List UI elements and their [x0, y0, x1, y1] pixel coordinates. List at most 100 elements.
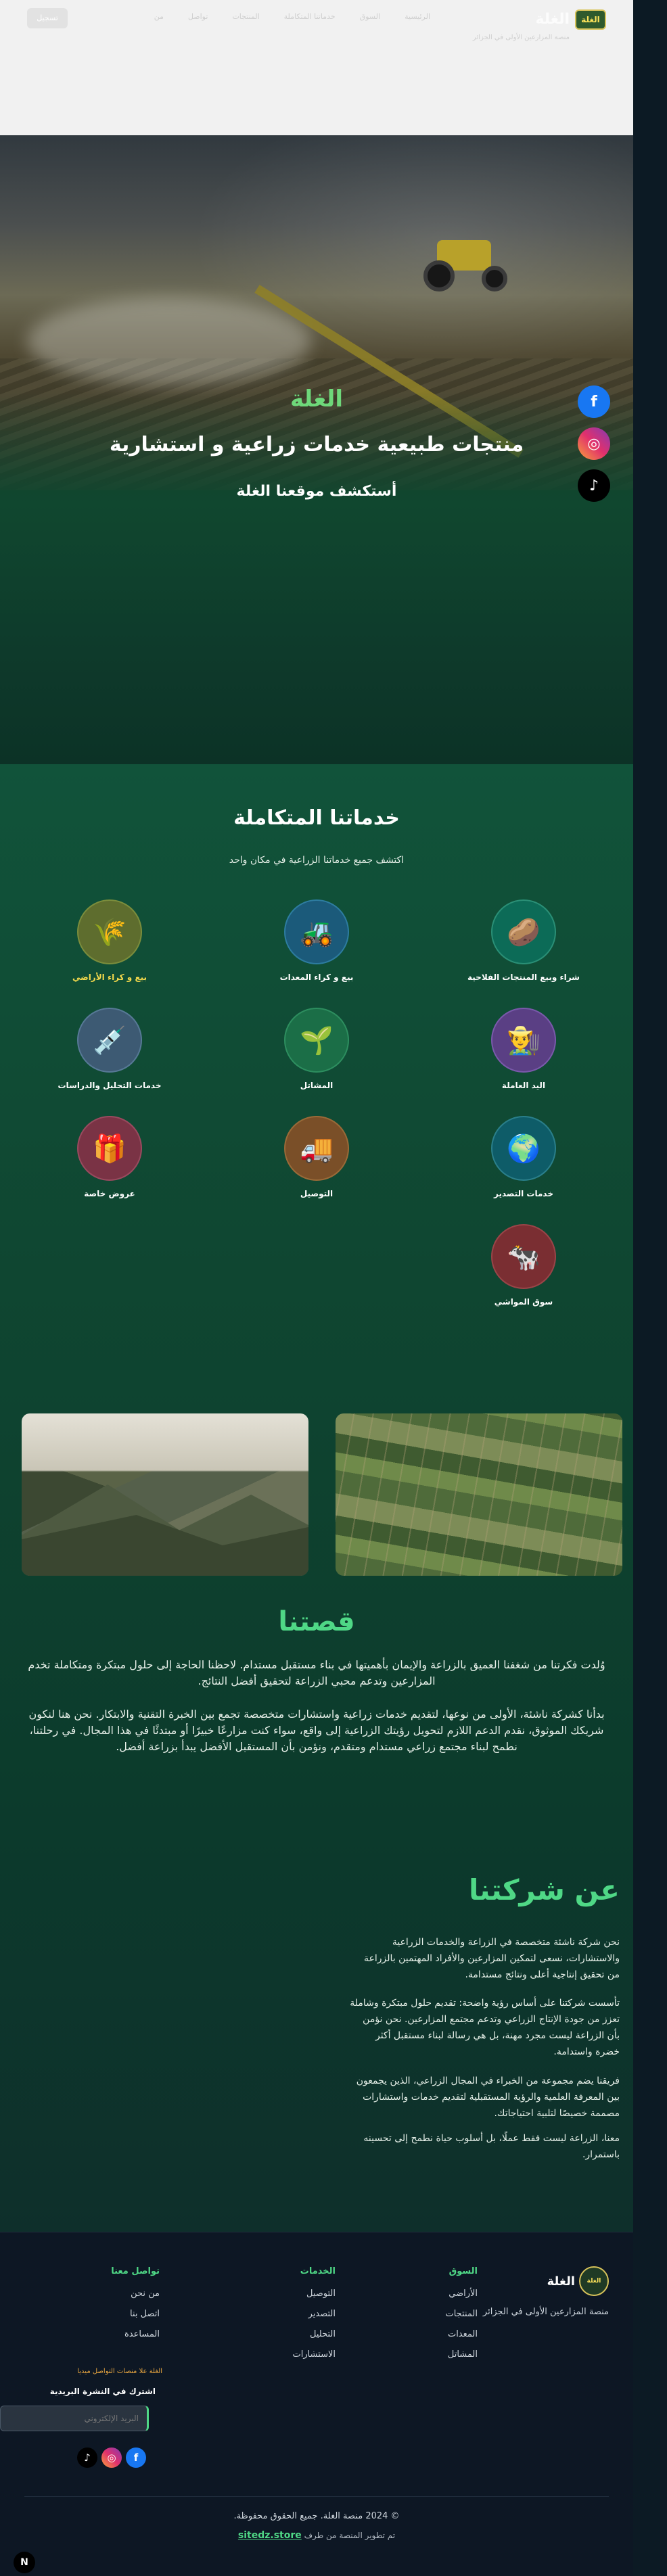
dev-tools-badge[interactable]: N: [14, 2552, 35, 2573]
service-card-products[interactable]: 🥔 شراء وبيع المنتجات الفلاحية: [456, 899, 591, 1001]
service-card-nurseries[interactable]: 🌱 المشاتل: [249, 1008, 384, 1109]
about-paragraph: تأسست شركتنا على أساس رؤية واضحة: تقديم …: [350, 1998, 620, 2057]
brand-tagline: منصة المزارعين الأولى في الجزائر: [472, 34, 570, 41]
services-subtitle: اكتشف جميع خدماتنا الزراعية في مكان واحد: [229, 855, 405, 866]
service-label: عروض خاصة: [84, 1189, 135, 1198]
footer-link-export[interactable]: التصدير: [227, 2309, 336, 2319]
site-header: الغلة الغلة منصة المزارعين الأولى في الج…: [0, 0, 633, 135]
hero: الغلة منتجات طبيعية خدمات زراعية و استشا…: [0, 135, 633, 764]
nav-link-market[interactable]: السوق: [360, 12, 380, 21]
facebook-icon[interactable]: f: [578, 385, 610, 418]
about-paragraph: نحن شركة ناشئة متخصصة في الزراعة والخدما…: [364, 1937, 620, 1980]
service-card-delivery[interactable]: 🚚 التوصيل: [249, 1116, 384, 1217]
newsletter-email-input[interactable]: [0, 2406, 149, 2431]
footer-column-market: السوق الأراضي المنتجات المعدات المشاتل: [369, 2266, 478, 2370]
service-label: المشاتل: [300, 1081, 334, 1090]
about-paragraph: فريقنا يضم مجموعة من الخبراء في المجال ا…: [356, 2076, 620, 2119]
nav-link-products[interactable]: المنتجات: [232, 12, 259, 21]
about-title: عن شركتنا: [468, 1873, 620, 1906]
nav-link-services[interactable]: خدماتنا المتكاملة: [284, 12, 336, 21]
service-label: التوصيل: [300, 1189, 334, 1198]
hero-subtitle: أستكشف موقعنا الغلة: [236, 483, 397, 500]
footer-tagline: منصة المزارعين الأولى في الجزائر: [482, 2307, 609, 2317]
brand[interactable]: الغلة الغلة منصة المزارعين الأولى في الج…: [457, 7, 606, 47]
service-card-analysis[interactable]: 💉 خدمات التحليل والدراسات: [42, 1008, 177, 1109]
brand-logo[interactable]: الغلة: [575, 9, 606, 30]
footer-heading: الخدمات: [300, 2266, 336, 2276]
newsletter-heading: اشترك في النشرة البريدية: [49, 2387, 156, 2396]
footer-column-services: الخدمات التوصيل التصدير التحليل الاستشار…: [227, 2266, 336, 2370]
story-paragraph: بدأنا كشركة ناشئة، الأولى من نوعها، لتقد…: [28, 1708, 605, 1753]
main-nav: الرئيسية السوق خدماتنا المتكاملة المنتجا…: [154, 12, 430, 21]
nav-link-home[interactable]: الرئيسية: [405, 12, 430, 21]
tractor-wheel: [482, 266, 507, 291]
truck-icon: 🚚: [284, 1116, 349, 1181]
service-label: شراء وبيع المنتجات الفلاحية: [467, 973, 580, 982]
credit-prefix: تم تطوير المنصة من طرف: [304, 2531, 396, 2540]
service-label: سوق المواشي: [494, 1297, 553, 1307]
instagram-icon[interactable]: ◎: [101, 2448, 122, 2468]
gift-icon: 🎁: [77, 1116, 142, 1181]
footer-column-contact: تواصل معنا من نحن اتصل بنا المساعدة: [51, 2266, 160, 2349]
footer-link-contact[interactable]: اتصل بنا: [51, 2309, 160, 2319]
hero-eyebrow: الغلة: [290, 385, 344, 413]
footer-promo: الغلة علا منصات التواصل ميديا: [77, 2368, 162, 2375]
footer-link-help[interactable]: المساعدة: [51, 2329, 160, 2339]
nav-link-about[interactable]: من: [154, 12, 164, 21]
footer-heading: تواصل معنا: [111, 2266, 160, 2276]
tiktok-icon[interactable]: ♪: [578, 469, 610, 502]
tractor-wheel: [423, 260, 455, 291]
service-label: اليد العاملة: [501, 1081, 546, 1090]
about-paragraph: معنا، الزراعة ليست فقط عملًا، بل أسلوب ح…: [363, 2133, 620, 2160]
footer-heading: السوق: [448, 2266, 478, 2276]
potato-icon: 🥔: [491, 899, 556, 964]
service-card-equipment[interactable]: 🚜 بيع و كراء المعدات: [249, 899, 384, 1001]
facebook-icon[interactable]: f: [126, 2448, 146, 2468]
hero-title: منتجات طبيعية خدمات زراعية و استشارية: [109, 433, 524, 456]
footer-link-land[interactable]: الأراضي: [369, 2289, 478, 2299]
service-label: خدمات التحليل والدراسات: [58, 1081, 162, 1090]
services-section: خدماتنا المتكاملة اكتشف جميع خدماتنا الز…: [0, 764, 633, 2232]
spray-mist: [27, 298, 311, 385]
tractor-graphic: [423, 233, 511, 294]
footer-link-about[interactable]: من نحن: [51, 2289, 160, 2299]
footer-link-nurseries[interactable]: المشاتل: [369, 2349, 478, 2360]
service-label: خدمات التصدير: [494, 1189, 553, 1198]
brand-name: الغلة: [535, 11, 570, 28]
copyright: © 2024 منصة الغلة. جميع الحقوق محفوظة.: [233, 2511, 400, 2521]
tractor-icon: 🚜: [284, 899, 349, 964]
footer-link-equipment[interactable]: المعدات: [369, 2329, 478, 2339]
grain-icon: 🌾: [77, 899, 142, 964]
service-card-offers[interactable]: 🎁 عروض خاصة: [42, 1116, 177, 1217]
footer-link-delivery[interactable]: التوصيل: [227, 2289, 336, 2299]
footer-divider: [24, 2496, 609, 2497]
footer-link-analysis[interactable]: التحليل: [227, 2329, 336, 2339]
tiktok-icon[interactable]: ♪: [77, 2448, 97, 2468]
site-footer: الغلة الغلة منصة المزارعين الأولى في الج…: [0, 2232, 633, 2576]
register-button[interactable]: تسجيل: [27, 8, 68, 28]
story-paragraph: وُلدت فكرتنا من شغفنا العميق بالزراعة وا…: [28, 1658, 605, 1687]
story-title: قصتنا: [278, 1606, 355, 1637]
service-card-labor[interactable]: 👨‍🌾 اليد العاملة: [456, 1008, 591, 1109]
instagram-icon[interactable]: ◎: [578, 427, 610, 460]
service-card-export[interactable]: 🌍 خدمات التصدير: [456, 1116, 591, 1217]
footer-logo[interactable]: الغلة: [579, 2266, 609, 2296]
credit-link[interactable]: sitedz.store: [238, 2530, 302, 2541]
footer-brand-name: الغلة: [547, 2274, 575, 2289]
service-card-land[interactable]: 🌾 بيع و كراء الأراضي: [42, 899, 177, 1001]
footer-link-products[interactable]: المنتجات: [369, 2309, 478, 2319]
mountain-photo: [22, 1413, 308, 1576]
syringe-icon: 💉: [77, 1008, 142, 1073]
fields-photo: [336, 1413, 622, 1576]
cow-icon: 🐄: [491, 1224, 556, 1289]
globe-icon: 🌍: [491, 1116, 556, 1181]
service-label: بيع و كراء المعدات: [279, 973, 354, 982]
seedling-icon: 🌱: [284, 1008, 349, 1073]
developer-credit: تم تطوير المنصة من طرف sitedz.store: [0, 2530, 633, 2541]
footer-link-consulting[interactable]: الاستشارات: [227, 2349, 336, 2360]
nav-link-contact[interactable]: تواصل: [188, 12, 208, 21]
services-title: خدماتنا المتكاملة: [233, 806, 400, 830]
service-card-livestock[interactable]: 🐄 سوق المواشي: [456, 1224, 591, 1326]
farmer-icon: 👨‍🌾: [491, 1008, 556, 1073]
service-label: بيع و كراء الأراضي: [72, 973, 147, 982]
